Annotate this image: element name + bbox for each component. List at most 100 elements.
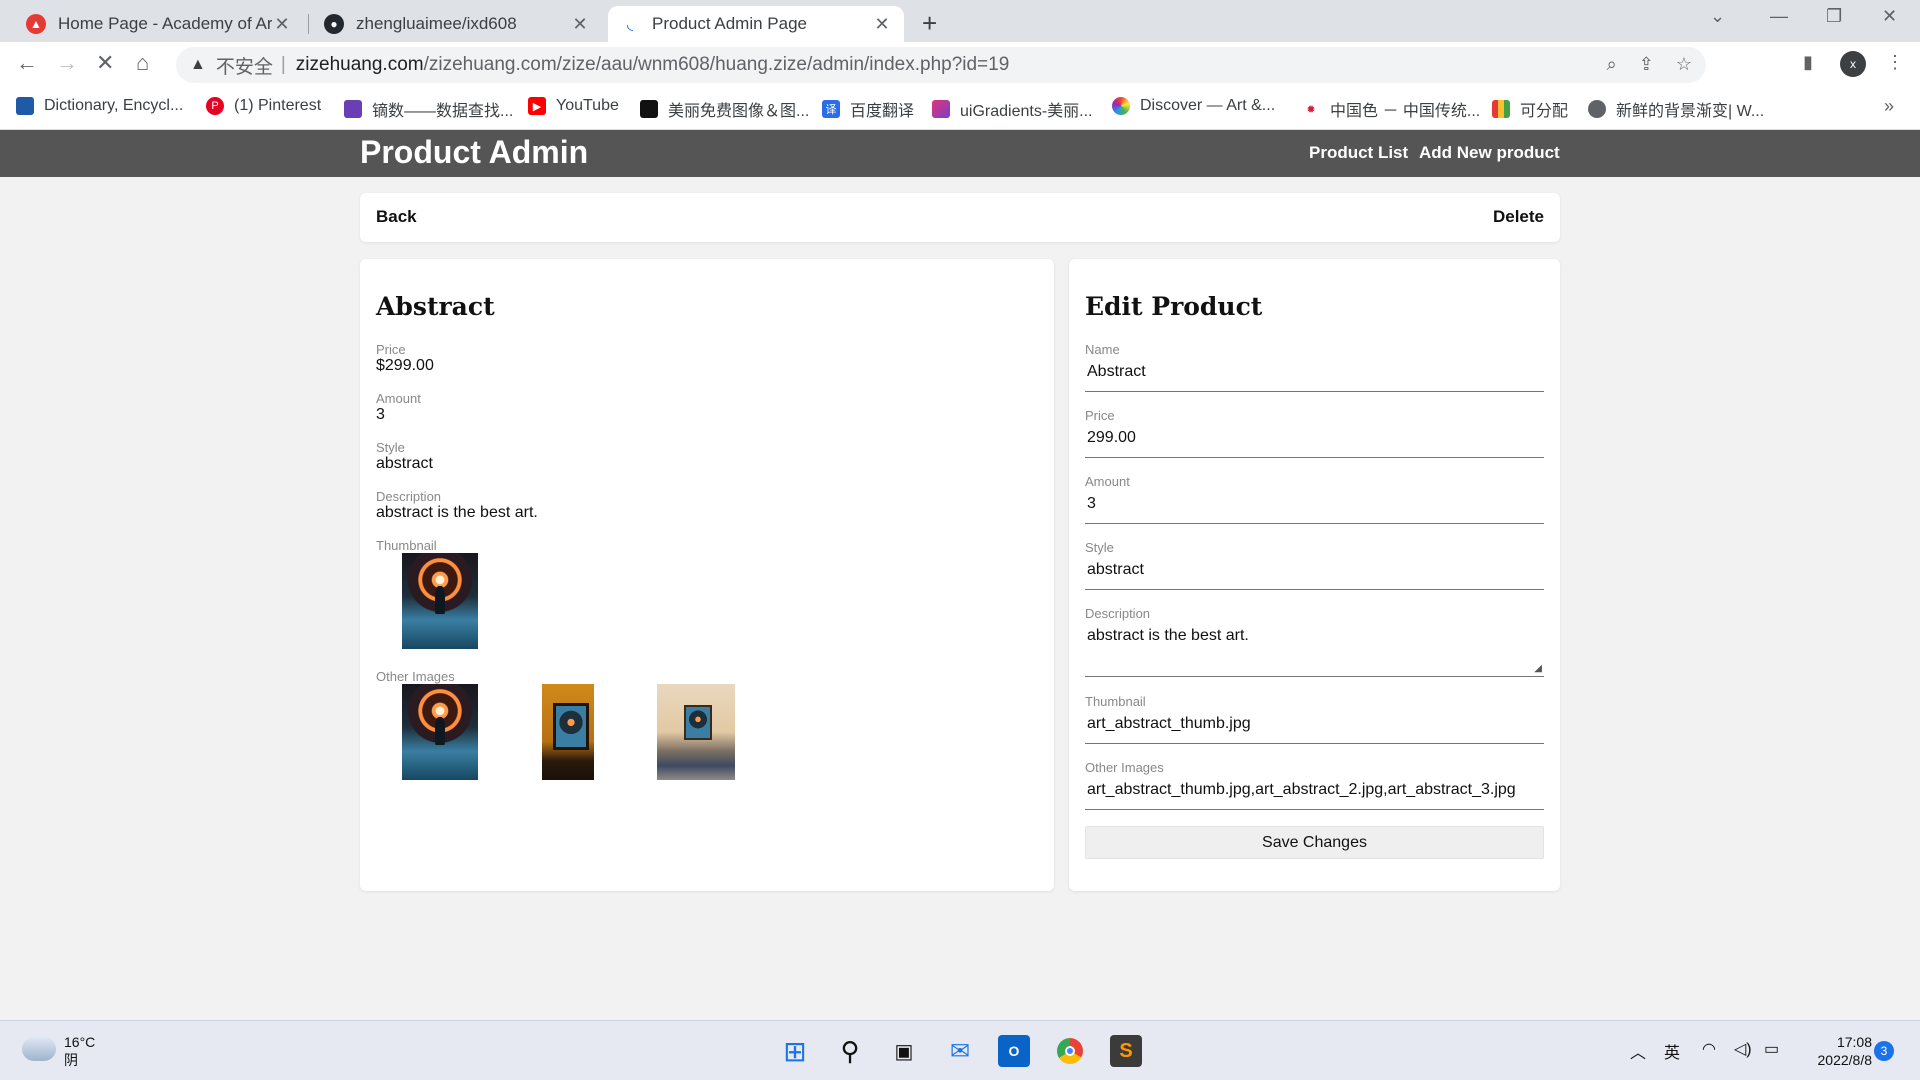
profile-avatar[interactable]: x <box>1840 51 1866 77</box>
menu-kebab-icon[interactable]: ⋮ <box>1886 52 1904 73</box>
detail-price: Price $299.00 <box>376 343 434 375</box>
field-label: Description <box>1085 606 1151 621</box>
close-tab-icon[interactable]: ✕ <box>272 14 292 35</box>
task-view-icon[interactable]: ▣ <box>888 1035 920 1067</box>
product-detail-card: Abstract Price $299.00 Amount 3 Style ab… <box>360 259 1054 891</box>
tab-github[interactable]: ● zhengluaimee/ixd608 ✕ <box>312 6 602 42</box>
window-close-icon[interactable]: ✕ <box>1882 6 1897 27</box>
other-images-input[interactable]: art_abstract_thumb.jpg,art_abstract_2.jp… <box>1085 781 1544 810</box>
close-tab-icon[interactable]: ✕ <box>872 14 892 35</box>
cloud-icon[interactable] <box>22 1037 56 1061</box>
tab-academy[interactable]: ▲ Home Page - Academy of Art ✕ <box>14 6 304 42</box>
bookmark-item[interactable]: 新鲜的背景渐变| W... <box>1588 97 1764 121</box>
field-label: Style <box>1085 540 1114 555</box>
taskbar: 16°C 阴 ⊞ ⚲ ▣ ✉ O S ︿ 英 ◠ ◁) ▭ 17:08 2022… <box>0 1020 1920 1080</box>
field-label: Thumbnail <box>376 538 437 553</box>
product-name-heading: Abstract <box>376 292 495 321</box>
chrome-icon[interactable] <box>1054 1035 1086 1067</box>
back-link[interactable]: Back <box>376 207 417 227</box>
field-label: Price <box>1085 408 1115 423</box>
discover-art-icon <box>1112 97 1130 115</box>
bookmark-star-icon[interactable]: ☆ <box>1676 54 1692 75</box>
bookmark-item[interactable]: 美丽免费图像＆图... <box>640 97 809 121</box>
thumbnail-input[interactable]: art_abstract_thumb.jpg <box>1085 715 1544 744</box>
other-image-2 <box>542 684 594 780</box>
amount-input[interactable]: 3 <box>1085 495 1544 524</box>
home-icon[interactable]: ⌂ <box>136 50 149 76</box>
amount-field: Amount 3 <box>1085 475 1544 524</box>
bookmark-item[interactable]: 译百度翻译 <box>822 97 914 121</box>
baidu-translate-icon: 译 <box>822 100 840 118</box>
nav-add-new-product[interactable]: Add New product <box>1419 143 1560 163</box>
clock-time: 17:08 <box>1836 1034 1872 1050</box>
bookmark-item[interactable]: 可分配 <box>1492 97 1568 121</box>
omnibox-actions: ⌕ ⇪ ☆ <box>1607 54 1692 75</box>
field-value: 3 <box>376 406 385 423</box>
delete-link[interactable]: Delete <box>1493 207 1544 227</box>
bookmark-item[interactable]: P (1) Pinterest <box>206 97 321 115</box>
price-input[interactable]: 299.00 <box>1085 429 1544 458</box>
detail-other-images-label: Other Images <box>376 670 455 684</box>
wifi-icon[interactable]: ◠ <box>1702 1039 1716 1059</box>
bookmark-item[interactable]: Dictionary, Encycl... <box>16 97 183 115</box>
windows-start-icon[interactable]: ⊞ <box>779 1035 811 1067</box>
name-input[interactable]: Abstract <box>1085 363 1544 392</box>
description-text: abstract is the best art. <box>1087 627 1249 644</box>
bookmark-label: (1) Pinterest <box>234 97 322 114</box>
address-divider: | <box>280 54 286 75</box>
nav-product-list[interactable]: Product List <box>1309 143 1408 163</box>
new-tab-button[interactable]: + <box>922 8 937 39</box>
input-method-indicator[interactable]: 英 <box>1664 1039 1680 1063</box>
side-panel-icon[interactable]: ▮ <box>1803 52 1813 73</box>
zhongguose-icon: ✹ <box>1302 100 1320 118</box>
sublime-text-icon[interactable]: S <box>1110 1035 1142 1067</box>
tab-search-icon[interactable]: ⌄ <box>1710 6 1725 27</box>
weather-widget[interactable]: 16°C 阴 <box>64 1033 95 1069</box>
back-arrow-icon[interactable]: ← <box>16 50 38 76</box>
forward-arrow-icon[interactable]: → <box>56 50 78 76</box>
bookmark-item[interactable]: Discover — Art &... <box>1112 97 1275 115</box>
show-hidden-icons-icon[interactable]: ︿ <box>1630 1039 1646 1063</box>
zoom-icon[interactable]: ⌕ <box>1607 54 1617 75</box>
brand-title[interactable]: Product Admin <box>360 134 588 171</box>
mail-icon[interactable]: ✉ <box>944 1035 976 1067</box>
bookmark-item[interactable]: uiGradients-美丽... <box>932 97 1093 121</box>
search-icon[interactable]: ⚲ <box>834 1035 866 1067</box>
bookmark-label: 可分配 <box>1520 103 1569 120</box>
close-tab-icon[interactable]: ✕ <box>570 14 590 35</box>
other-image-3 <box>657 684 735 780</box>
edit-product-heading: Edit Product <box>1085 292 1263 321</box>
tab-strip: ▲ Home Page - Academy of Art ✕ ● zhenglu… <box>0 0 1920 42</box>
description-textarea[interactable]: abstract is the best art. ◢ <box>1085 627 1544 677</box>
resize-handle-icon[interactable]: ◢ <box>1534 663 1542 674</box>
restore-icon[interactable]: ❐ <box>1826 6 1842 27</box>
bookmark-item[interactable]: ▶ YouTube <box>528 97 619 115</box>
tab-title: Home Page - Academy of Art <box>58 14 272 33</box>
stop-loading-icon[interactable]: ✕ <box>96 50 114 76</box>
detail-thumbnail-label: Thumbnail <box>376 539 437 553</box>
notification-badge[interactable]: 3 <box>1874 1041 1894 1061</box>
save-changes-button[interactable]: Save Changes <box>1085 826 1544 859</box>
share-icon[interactable]: ⇪ <box>1639 54 1654 75</box>
system-clock[interactable]: 17:08 2022/8/8 <box>1792 1033 1873 1069</box>
bookmark-item[interactable]: ✹ 中国色 － 中国传统... <box>1302 97 1480 121</box>
detail-amount: Amount 3 <box>376 392 421 424</box>
volume-icon[interactable]: ◁) <box>1734 1039 1752 1059</box>
bookmark-item[interactable]: 镝数——数据查找... <box>344 97 513 121</box>
tab-product-admin[interactable]: ◟ Product Admin Page ✕ <box>608 6 904 42</box>
github-icon: ● <box>324 14 344 34</box>
style-field: Style abstract <box>1085 541 1544 590</box>
bookmark-label: 新鲜的背景渐变| W... <box>1616 103 1765 120</box>
battery-icon[interactable]: ▭ <box>1764 1039 1779 1059</box>
style-input[interactable]: abstract <box>1085 561 1544 590</box>
outlook-icon[interactable]: O <box>998 1035 1030 1067</box>
bookmark-label: 镝数——数据查找... <box>372 103 514 120</box>
minimize-icon[interactable]: — <box>1770 6 1788 27</box>
uigradients-icon <box>932 100 950 118</box>
address-bar[interactable]: ▲ 不安全 | zizehuang.com /zizehuang.com/ziz… <box>176 47 1706 83</box>
detail-style: Style abstract <box>376 441 433 473</box>
security-label: 不安全 <box>215 56 273 78</box>
tab-title: Product Admin Page <box>652 14 807 33</box>
more-bookmarks-icon[interactable]: » <box>1884 96 1894 117</box>
chrome-logo-center <box>1065 1046 1075 1056</box>
